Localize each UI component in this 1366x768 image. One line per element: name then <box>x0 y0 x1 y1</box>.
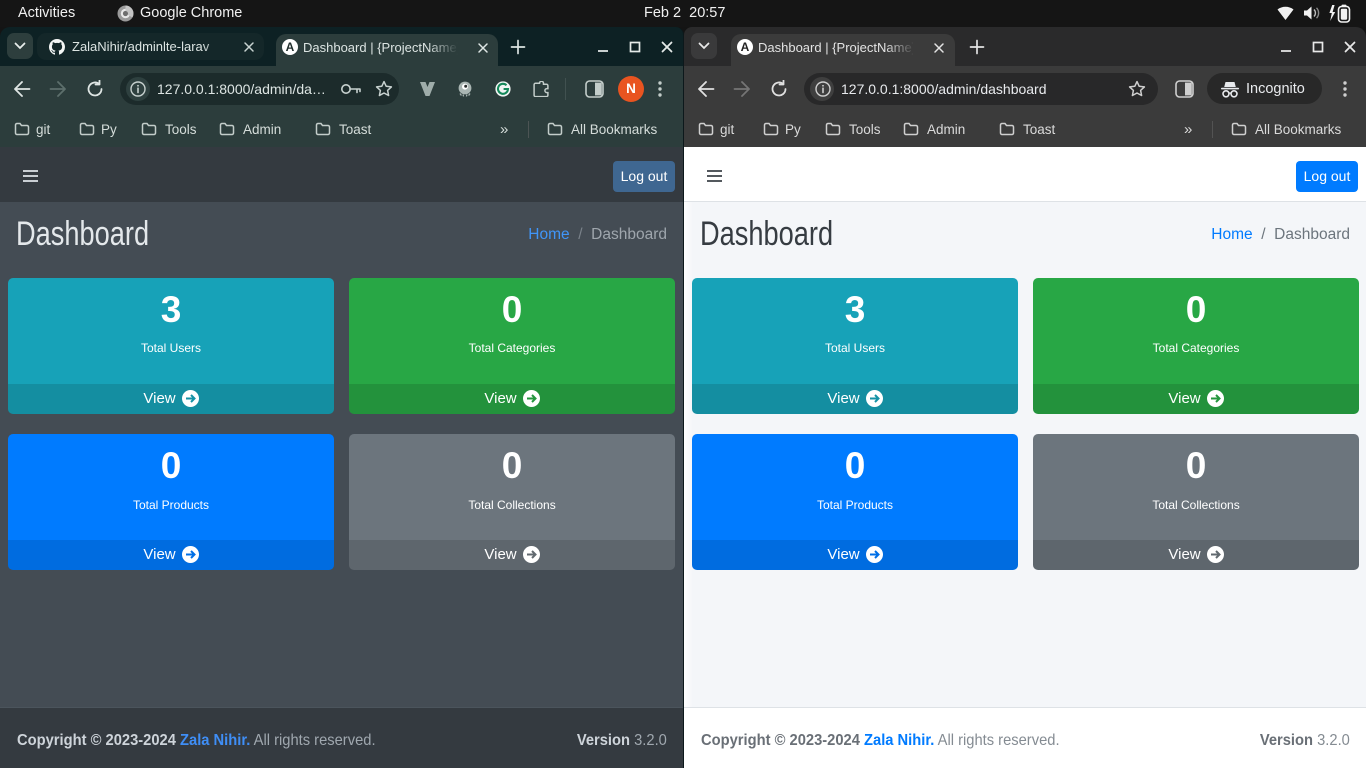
svg-text:A: A <box>286 40 295 54</box>
svg-text:A: A <box>741 40 750 54</box>
